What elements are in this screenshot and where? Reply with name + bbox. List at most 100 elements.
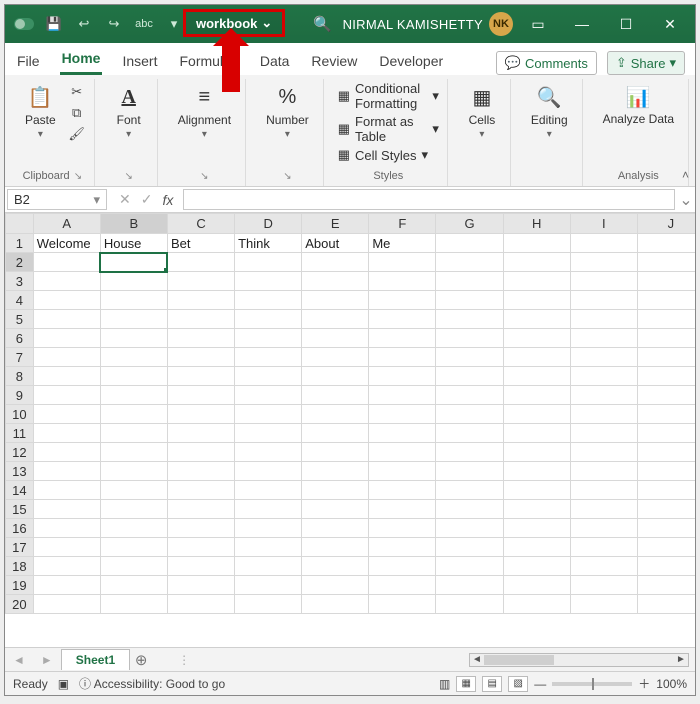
- cell[interactable]: [369, 500, 436, 519]
- cell[interactable]: [33, 310, 100, 329]
- row-header[interactable]: 9: [6, 386, 34, 405]
- cell[interactable]: [369, 272, 436, 291]
- cell[interactable]: Welcome: [33, 234, 100, 253]
- number-dropdown[interactable]: % Number ▾: [260, 81, 315, 142]
- cell[interactable]: [503, 443, 570, 462]
- cell[interactable]: [100, 443, 167, 462]
- cell[interactable]: [570, 576, 637, 595]
- cell[interactable]: [302, 462, 369, 481]
- cell[interactable]: [33, 424, 100, 443]
- cell[interactable]: [369, 519, 436, 538]
- cell[interactable]: [369, 386, 436, 405]
- cell[interactable]: [235, 386, 302, 405]
- new-sheet-button[interactable]: ⊕: [130, 651, 152, 669]
- cell[interactable]: [369, 595, 436, 614]
- select-all-cell[interactable]: [6, 214, 34, 234]
- cell[interactable]: [100, 348, 167, 367]
- cell[interactable]: Think: [235, 234, 302, 253]
- cell[interactable]: [637, 253, 695, 272]
- page-break-view-icon[interactable]: ▧: [508, 676, 528, 692]
- cell[interactable]: [570, 519, 637, 538]
- cell[interactable]: [503, 272, 570, 291]
- conditional-formatting-button[interactable]: ▦Conditional Formatting ▾: [338, 81, 439, 111]
- cell[interactable]: [570, 367, 637, 386]
- cell[interactable]: [33, 348, 100, 367]
- display-settings-icon[interactable]: ▥: [439, 677, 450, 691]
- cell[interactable]: [100, 424, 167, 443]
- cell[interactable]: [436, 367, 503, 386]
- cell[interactable]: [235, 462, 302, 481]
- cell[interactable]: [100, 253, 167, 272]
- cell[interactable]: [302, 538, 369, 557]
- cell[interactable]: [302, 329, 369, 348]
- cell[interactable]: [570, 329, 637, 348]
- cell[interactable]: [235, 329, 302, 348]
- cell[interactable]: [570, 234, 637, 253]
- cell[interactable]: [637, 367, 695, 386]
- editing-dropdown[interactable]: 🔍 Editing ▾: [525, 81, 574, 142]
- cell[interactable]: [167, 443, 234, 462]
- cell[interactable]: [570, 272, 637, 291]
- cell[interactable]: [436, 405, 503, 424]
- share-button[interactable]: ⇪Share ▾: [607, 51, 685, 75]
- cell[interactable]: Bet: [167, 234, 234, 253]
- row-header[interactable]: 18: [6, 557, 34, 576]
- cell[interactable]: [235, 443, 302, 462]
- cell[interactable]: [503, 329, 570, 348]
- macro-record-icon[interactable]: ▣: [58, 677, 69, 691]
- cell[interactable]: [100, 329, 167, 348]
- cell[interactable]: [235, 367, 302, 386]
- cell[interactable]: [33, 291, 100, 310]
- cell[interactable]: [570, 595, 637, 614]
- close-icon[interactable]: ✕: [651, 5, 689, 43]
- cell[interactable]: [302, 367, 369, 386]
- accessibility-status[interactable]: ⓘ Accessibility: Good to go: [79, 675, 225, 692]
- scroll-thumb[interactable]: [484, 655, 554, 665]
- cell[interactable]: [235, 253, 302, 272]
- avatar[interactable]: NK: [489, 12, 513, 36]
- cell[interactable]: [436, 557, 503, 576]
- cell[interactable]: [167, 367, 234, 386]
- column-header[interactable]: C: [167, 214, 234, 234]
- undo-icon[interactable]: ↩: [73, 13, 95, 35]
- search-icon[interactable]: 🔍: [309, 15, 337, 33]
- dialog-launcher-icon[interactable]: ↘: [74, 171, 82, 182]
- cell[interactable]: [167, 424, 234, 443]
- cell[interactable]: [637, 576, 695, 595]
- row-header[interactable]: 14: [6, 481, 34, 500]
- cell[interactable]: [436, 272, 503, 291]
- cell[interactable]: [167, 481, 234, 500]
- row-header[interactable]: 20: [6, 595, 34, 614]
- zoom-in-icon[interactable]: ＋: [638, 675, 650, 692]
- cell[interactable]: [100, 538, 167, 557]
- cell[interactable]: [33, 367, 100, 386]
- column-header[interactable]: J: [637, 214, 695, 234]
- cell[interactable]: [167, 272, 234, 291]
- cell[interactable]: [436, 291, 503, 310]
- cell[interactable]: [235, 519, 302, 538]
- tab-split-handle[interactable]: ⋮: [172, 653, 196, 667]
- cell[interactable]: [167, 538, 234, 557]
- cell[interactable]: [503, 557, 570, 576]
- row-header[interactable]: 17: [6, 538, 34, 557]
- row-header[interactable]: 13: [6, 462, 34, 481]
- cell[interactable]: [503, 595, 570, 614]
- cell[interactable]: [436, 538, 503, 557]
- cell[interactable]: [436, 234, 503, 253]
- formula-input[interactable]: [183, 189, 675, 210]
- cell[interactable]: [436, 253, 503, 272]
- cell[interactable]: [167, 595, 234, 614]
- cell[interactable]: House: [100, 234, 167, 253]
- cell[interactable]: [235, 291, 302, 310]
- cell[interactable]: [637, 557, 695, 576]
- cell[interactable]: [235, 424, 302, 443]
- cell[interactable]: [100, 595, 167, 614]
- tab-data[interactable]: Data: [258, 47, 292, 75]
- cell[interactable]: [436, 386, 503, 405]
- row-header[interactable]: 19: [6, 576, 34, 595]
- cell[interactable]: [637, 310, 695, 329]
- cell[interactable]: [503, 386, 570, 405]
- cell[interactable]: [235, 538, 302, 557]
- column-header[interactable]: A: [33, 214, 100, 234]
- cell[interactable]: [167, 405, 234, 424]
